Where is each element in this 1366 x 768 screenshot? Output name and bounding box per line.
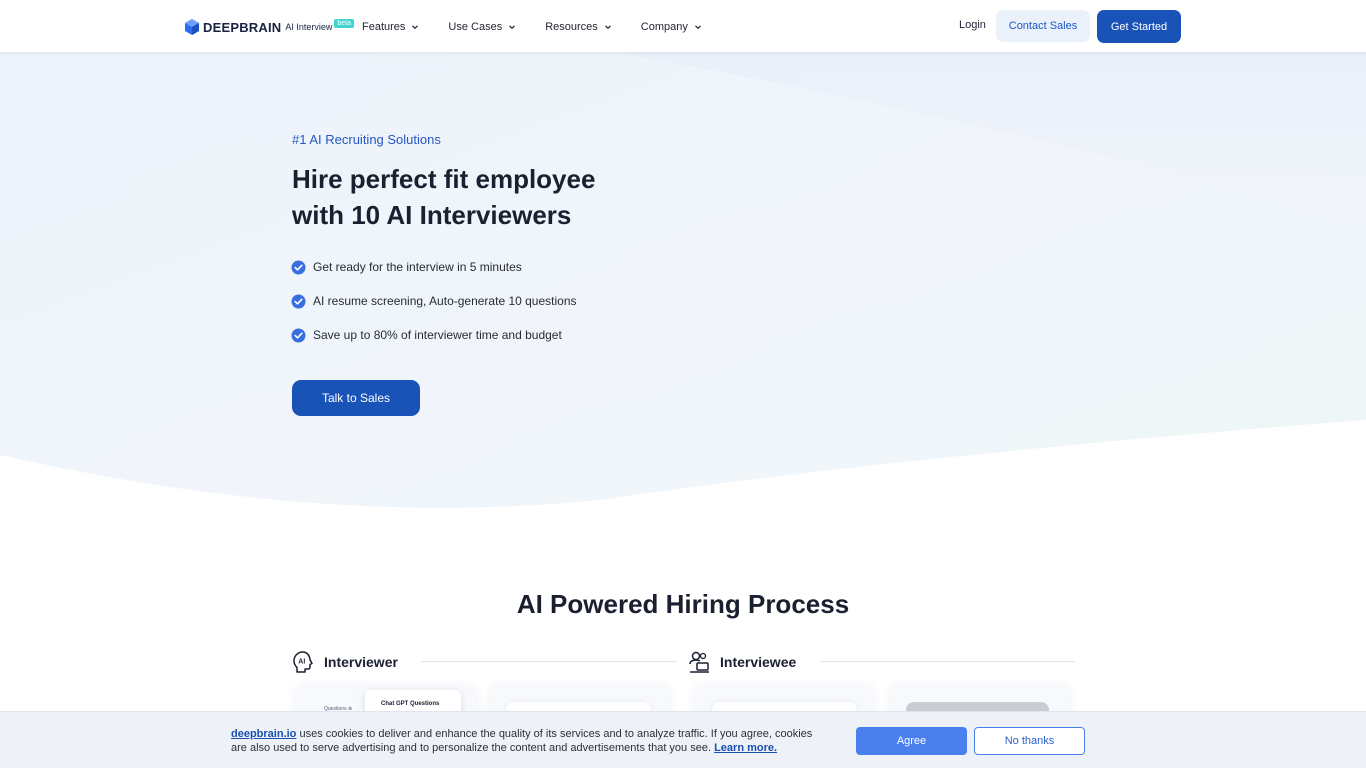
svg-text:AI: AI bbox=[298, 659, 305, 666]
check-circle-icon bbox=[291, 328, 306, 342]
feature-item: AI resume screening, Auto-generate 10 qu… bbox=[291, 292, 577, 310]
get-started-button[interactable]: Get Started bbox=[1097, 10, 1181, 43]
site-link[interactable]: deepbrain.io bbox=[231, 728, 296, 740]
menu-use-cases[interactable]: Use Cases bbox=[448, 19, 516, 35]
menu-company[interactable]: Company bbox=[641, 19, 702, 35]
interviewee-heading: Interviewee bbox=[688, 650, 796, 674]
feature-item: Save up to 80% of interviewer time and b… bbox=[291, 326, 577, 344]
divider-line bbox=[820, 661, 1075, 662]
cookie-message: deepbrain.io uses cookies to deliver and… bbox=[231, 727, 831, 755]
feature-text: AI resume screening, Auto-generate 10 qu… bbox=[313, 294, 577, 308]
no-thanks-button[interactable]: No thanks bbox=[974, 727, 1085, 755]
chevron-down-icon bbox=[694, 25, 701, 30]
talk-to-sales-button[interactable]: Talk to Sales bbox=[292, 380, 420, 416]
hero-feature-list: Get ready for the interview in 5 minutes… bbox=[291, 258, 577, 360]
page: DEEPBRAIN AI Interview beta Features Use… bbox=[0, 0, 1366, 768]
brand-name: DEEPBRAIN bbox=[203, 19, 282, 35]
beta-badge: beta bbox=[334, 18, 355, 28]
deepbrain-cube-logo-icon bbox=[185, 19, 199, 35]
login-link[interactable]: Login bbox=[959, 19, 986, 35]
cookie-consent-bar: deepbrain.io uses cookies to deliver and… bbox=[0, 711, 1366, 768]
menu-company-label: Company bbox=[640, 21, 688, 33]
interviewer-label: Interviewer bbox=[324, 654, 398, 670]
chevron-down-icon bbox=[604, 25, 611, 30]
feature-text: Get ready for the interview in 5 minutes bbox=[313, 260, 522, 274]
menu-features-label: Features bbox=[362, 21, 406, 33]
ai-head-icon: AI bbox=[293, 651, 313, 673]
check-circle-icon bbox=[291, 294, 306, 308]
hero-background bbox=[0, 0, 1366, 508]
top-navbar: DEEPBRAIN AI Interview beta Features Use… bbox=[0, 0, 1366, 53]
product-name: AI Interview bbox=[285, 22, 333, 32]
feature-item: Get ready for the interview in 5 minutes bbox=[291, 258, 577, 276]
chevron-down-icon bbox=[509, 25, 516, 30]
hero-title-line-2: with 10 AI Interviewers bbox=[292, 200, 572, 230]
menu-resources-label: Resources bbox=[545, 21, 598, 33]
hero-eyebrow: #1 AI Recruiting Solutions bbox=[292, 132, 441, 147]
interviewee-icon bbox=[689, 651, 709, 673]
learn-more-link[interactable]: Learn more. bbox=[714, 742, 777, 754]
chevron-down-icon bbox=[412, 25, 419, 30]
chatgpt-questions-title: Chat GPT Questions bbox=[381, 701, 440, 707]
check-circle-icon bbox=[291, 260, 306, 274]
menu-use-cases-label: Use Cases bbox=[448, 21, 503, 33]
agree-button[interactable]: Agree bbox=[856, 727, 967, 755]
divider-line bbox=[421, 661, 677, 662]
interviewer-heading: AI Interviewer bbox=[292, 650, 398, 674]
brand-logo[interactable]: DEEPBRAIN AI Interview beta bbox=[185, 17, 355, 37]
main-menu: Features Use Cases Resources Company bbox=[362, 19, 731, 35]
feature-text: Save up to 80% of interviewer time and b… bbox=[313, 328, 562, 342]
menu-resources[interactable]: Resources bbox=[545, 19, 612, 35]
hero-title-line-1: Hire perfect fit employee bbox=[292, 164, 596, 194]
hero-title: Hire perfect fit employee with 10 AI Int… bbox=[292, 161, 712, 233]
contact-sales-button[interactable]: Contact Sales bbox=[996, 10, 1090, 42]
menu-features[interactable]: Features bbox=[362, 19, 419, 35]
process-section-title: AI Powered Hiring Process bbox=[516, 589, 850, 619]
interviewee-label: Interviewee bbox=[720, 654, 797, 670]
